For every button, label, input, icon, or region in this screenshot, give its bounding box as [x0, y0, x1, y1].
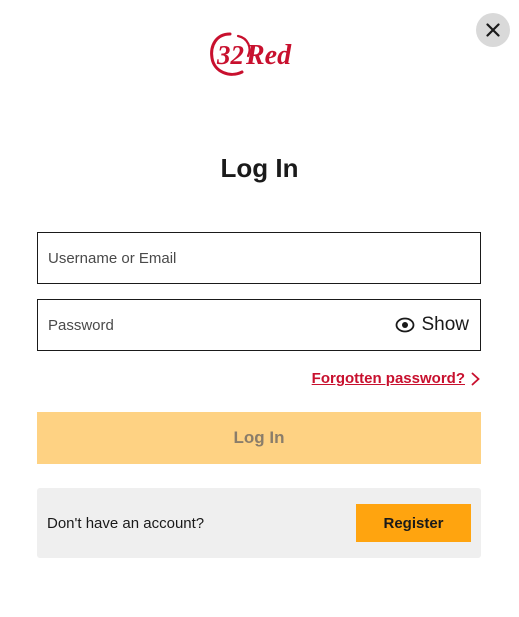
- register-prompt: Don't have an account?: [47, 514, 205, 532]
- password-input[interactable]: [38, 300, 396, 350]
- register-panel: Don't have an account? Register: [37, 488, 481, 558]
- chevron-right-icon: [471, 372, 480, 385]
- login-button[interactable]: Log In: [37, 412, 481, 464]
- eye-icon: [396, 317, 415, 333]
- svg-text:Red: Red: [245, 40, 292, 71]
- login-modal: 32 Red Log In Show Forgotten password? L…: [0, 0, 519, 617]
- svg-text:32: 32: [216, 40, 244, 70]
- password-field[interactable]: Show: [37, 299, 481, 351]
- username-field[interactable]: [37, 232, 481, 284]
- show-password-toggle[interactable]: Show: [395, 314, 469, 336]
- brand-logo: 32 Red: [210, 32, 292, 76]
- register-button[interactable]: Register: [356, 504, 471, 542]
- forgot-password-label: Forgotten password?: [311, 370, 465, 387]
- close-icon: [486, 23, 500, 37]
- forgot-password-link[interactable]: Forgotten password?: [312, 370, 480, 387]
- page-title: Log In: [220, 153, 299, 183]
- show-password-label: Show: [421, 314, 469, 335]
- username-input[interactable]: [38, 233, 480, 283]
- close-button[interactable]: [476, 13, 510, 47]
